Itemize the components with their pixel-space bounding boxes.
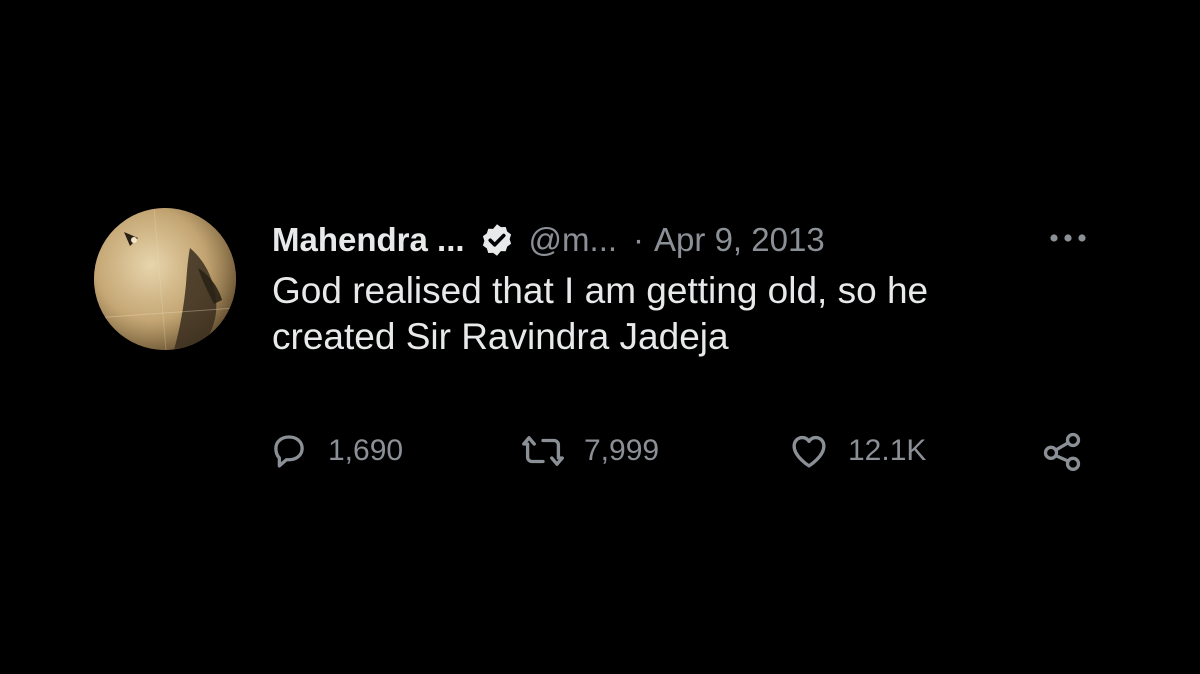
- action-bar: 1,690 7,999 12.1K: [268, 426, 1098, 476]
- heart-icon: [788, 430, 830, 472]
- tweet-text-line: created Sir Ravindra Jadeja: [272, 316, 729, 357]
- like-button[interactable]: 12.1K: [788, 426, 926, 476]
- reply-icon: [268, 430, 310, 472]
- tweet-header: Mahendra ... @m... · Apr 9, 2013: [272, 220, 825, 260]
- tweet-date[interactable]: Apr 9, 2013: [654, 221, 825, 259]
- reply-button[interactable]: 1,690: [268, 426, 403, 476]
- share-button[interactable]: [1040, 426, 1084, 476]
- more-icon[interactable]: [1046, 226, 1090, 250]
- author-handle[interactable]: @m...: [529, 221, 618, 259]
- retweet-button[interactable]: 7,999: [520, 426, 659, 476]
- retweet-icon: [520, 430, 566, 472]
- reply-count: 1,690: [328, 434, 404, 467]
- tweet-card[interactable]: Mahendra ... @m... · Apr 9, 2013 God rea…: [94, 206, 1134, 496]
- tweet-text-line: God realised that I am getting old, so h…: [272, 270, 929, 311]
- like-count: 12.1K: [848, 434, 927, 467]
- tweet-text: God realised that I am getting old, so h…: [272, 268, 1152, 360]
- retweet-count: 7,999: [584, 434, 660, 467]
- author-name[interactable]: Mahendra ...: [272, 221, 465, 259]
- share-icon: [1040, 429, 1084, 473]
- verified-badge-icon: [479, 222, 515, 258]
- separator-dot: ·: [633, 221, 645, 258]
- avatar-photo: [94, 208, 236, 350]
- avatar[interactable]: [94, 208, 236, 350]
